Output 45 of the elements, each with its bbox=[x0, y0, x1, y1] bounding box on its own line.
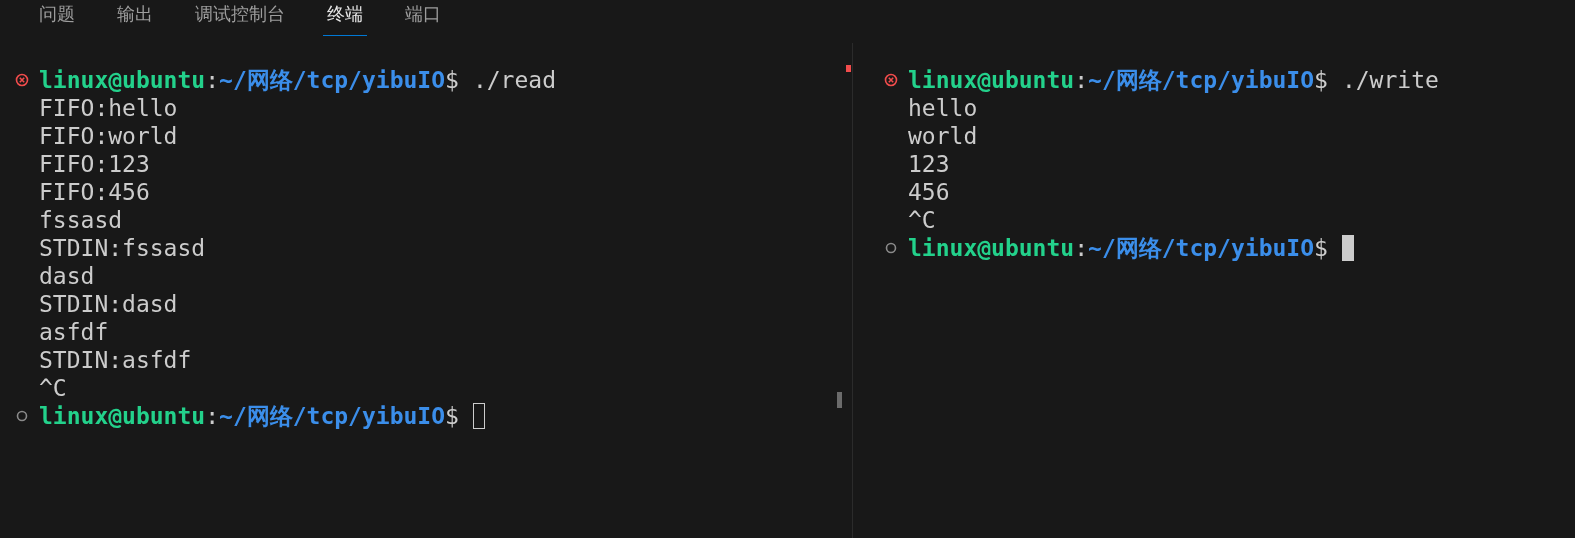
output-line: hello bbox=[908, 94, 978, 122]
prompt-symbol: $ bbox=[445, 402, 459, 430]
prompt-separator: : bbox=[1074, 66, 1089, 94]
prompt-separator: : bbox=[1074, 234, 1089, 262]
error-status-icon[interactable] bbox=[884, 73, 898, 87]
panel-tab[interactable]: 终端 bbox=[323, 0, 367, 36]
output-line: FIFO:hello bbox=[39, 94, 178, 122]
panel-tab[interactable]: 端口 bbox=[401, 0, 445, 36]
output-line: STDIN:fssasd bbox=[39, 234, 206, 262]
output-line: asfdf bbox=[39, 318, 109, 346]
output-line: world bbox=[908, 122, 978, 150]
output-line: 123 bbox=[908, 150, 950, 178]
output-line: FIFO:123 bbox=[39, 150, 150, 178]
prompt-separator: : bbox=[205, 402, 220, 430]
output-line: STDIN:asfdf bbox=[39, 346, 192, 374]
output-line: fssasd bbox=[39, 206, 123, 234]
status-circle-icon[interactable] bbox=[15, 409, 29, 423]
prompt-symbol: $ bbox=[445, 66, 459, 94]
status-circle-icon[interactable] bbox=[884, 241, 898, 255]
command-text: ./write bbox=[1341, 66, 1439, 94]
prompt-path: ~/网络/tcp/yibuIO bbox=[219, 402, 446, 430]
output-line: STDIN:dasd bbox=[39, 290, 178, 318]
panel-tab[interactable]: 输出 bbox=[113, 0, 157, 36]
error-marker bbox=[846, 65, 851, 72]
scrollbar-thumb[interactable] bbox=[837, 392, 842, 408]
prompt-symbol: $ bbox=[1314, 66, 1328, 94]
prompt-path: ~/网络/tcp/yibuIO bbox=[1088, 234, 1315, 262]
output-line: FIFO:456 bbox=[39, 178, 150, 206]
output-line: FIFO:world bbox=[39, 122, 178, 150]
prompt-user: linux@ubuntu bbox=[39, 402, 206, 430]
error-status-icon[interactable] bbox=[15, 73, 29, 87]
prompt-user: linux@ubuntu bbox=[908, 234, 1075, 262]
output-line: dasd bbox=[39, 262, 95, 290]
prompt-separator: : bbox=[205, 66, 220, 94]
command-text: ./read bbox=[472, 66, 556, 94]
prompt-user: linux@ubuntu bbox=[908, 66, 1075, 94]
panel-tab[interactable]: 问题 bbox=[35, 0, 79, 36]
prompt-path: ~/网络/tcp/yibuIO bbox=[219, 66, 446, 94]
output-line: 456 bbox=[908, 178, 950, 206]
prompt-path: ~/网络/tcp/yibuIO bbox=[1088, 66, 1315, 94]
output-line: ^C bbox=[39, 374, 67, 402]
output-line: ^C bbox=[908, 206, 936, 234]
prompt-user: linux@ubuntu bbox=[39, 66, 206, 94]
prompt-symbol: $ bbox=[1314, 234, 1328, 262]
panel-tab[interactable]: 调试控制台 bbox=[191, 0, 289, 36]
